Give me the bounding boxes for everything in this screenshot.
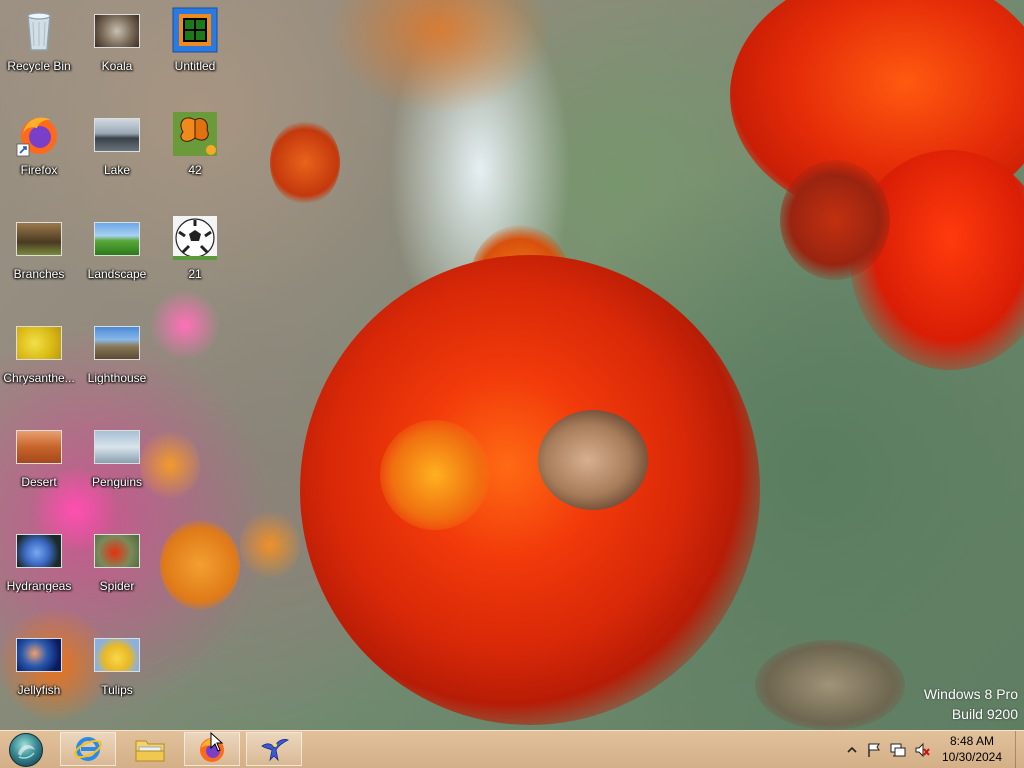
image-thumbnail-landscape: [93, 214, 141, 262]
desktop-icon-lighthouse[interactable]: Lighthouse: [78, 312, 156, 408]
desktop-icon-firefox[interactable]: Firefox: [0, 104, 78, 200]
desktop-icon-recycle-bin[interactable]: Recycle Bin: [0, 0, 78, 96]
desktop-icon-koala[interactable]: Koala: [78, 0, 156, 96]
image-thumbnail-hydrangeas: [15, 526, 63, 574]
taskbar-clock[interactable]: 8:48 AM 10/30/2024: [934, 733, 1010, 765]
desktop-icon-hydrangeas[interactable]: Hydrangeas: [0, 520, 78, 616]
desktop-icon-label: Koala: [101, 59, 133, 73]
image-thumbnail-penguins: [93, 422, 141, 470]
desktop-icon-label: Branches: [13, 267, 65, 281]
image-thumbnail-jellyfish: [15, 630, 63, 678]
windows-watermark: Windows 8 Pro Build 9200: [924, 684, 1018, 724]
desktop-icon-spider[interactable]: Spider: [78, 520, 156, 616]
desktop-icon-label: Hydrangeas: [6, 579, 72, 593]
desktop-icon-label: 42: [188, 163, 202, 177]
desktop-icon-label: Lake: [103, 163, 131, 177]
show-desktop-button[interactable]: [1015, 731, 1024, 768]
desktop-icon-chrysanthemum[interactable]: Chrysanthe...: [0, 312, 78, 408]
desktop-icon-label: 21: [188, 267, 202, 281]
internet-explorer-icon: [74, 737, 102, 761]
desktop-icon-label: Chrysanthe...: [3, 371, 75, 385]
taskbar-file-explorer[interactable]: [122, 732, 178, 766]
start-button[interactable]: [6, 733, 46, 767]
image-thumbnail-butterfly: [171, 110, 219, 158]
clock-time: 8:48 AM: [949, 734, 995, 748]
image-thumbnail-desert: [15, 422, 63, 470]
system-tray: [842, 731, 934, 768]
desktop-icon-label: Penguins: [91, 475, 143, 489]
network-icon[interactable]: [890, 742, 906, 758]
watermark-build: Build 9200: [951, 706, 1018, 722]
desktop-icon-branches[interactable]: Branches: [0, 208, 78, 304]
action-center-flag-icon[interactable]: [866, 742, 882, 758]
desktop-icon-label: Lighthouse: [87, 371, 147, 385]
volume-muted-icon[interactable]: [914, 742, 930, 758]
mouse-cursor-icon: [210, 731, 224, 752]
desktop-icon-42[interactable]: 42: [156, 104, 234, 200]
desktop-icon-label: Desert: [21, 475, 57, 489]
image-thumbnail-tulips: [93, 630, 141, 678]
show-hidden-icons-chevron-icon[interactable]: [846, 742, 858, 758]
desktop-icon-penguins[interactable]: Penguins: [78, 416, 156, 512]
firefox-icon: [15, 110, 63, 158]
taskbar-app[interactable]: [246, 732, 302, 766]
desktop-icon-label: Recycle Bin: [7, 59, 71, 73]
desktop-icon-untitled[interactable]: Untitled: [156, 0, 234, 96]
recycle-bin-icon: [15, 6, 63, 54]
desktop-icon-label: Landscape: [87, 267, 147, 281]
desktop-icon-label: Jellyfish: [17, 683, 61, 697]
image-thumbnail-lighthouse: [93, 318, 141, 366]
watermark-edition: Windows 8 Pro: [923, 686, 1018, 702]
taskbar-internet-explorer[interactable]: [60, 732, 116, 766]
desktop-icon-label: Firefox: [20, 163, 58, 177]
desktop-icon-jellyfish[interactable]: Jellyfish: [0, 624, 78, 720]
image-thumbnail-spider: [93, 526, 141, 574]
image-thumbnail-soccer-ball: [171, 214, 219, 262]
desktop-icon-label: Tulips: [101, 683, 133, 697]
blue-bird-icon: [261, 739, 290, 762]
image-thumbnail-koala: [93, 6, 141, 54]
desktop-icon-desert[interactable]: Desert: [0, 416, 78, 512]
start-orb-icon: [9, 733, 43, 767]
image-thumbnail-branches: [15, 214, 63, 262]
desktop-icon-landscape[interactable]: Landscape: [78, 208, 156, 304]
folder-icon: [135, 740, 165, 762]
desktop-icon-21[interactable]: 21: [156, 208, 234, 304]
image-thumbnail-lake: [93, 110, 141, 158]
desktop-icon-label: Spider: [99, 579, 135, 593]
desktop-icon-label: Untitled: [174, 59, 216, 73]
desktop-icon-tulips[interactable]: Tulips: [78, 624, 156, 720]
desktop-icon-lake[interactable]: Lake: [78, 104, 156, 200]
clock-date: 10/30/2024: [941, 750, 1003, 764]
taskbar: 8:48 AM 10/30/2024: [0, 730, 1024, 768]
paint-image-icon: [171, 6, 219, 54]
image-thumbnail-chrysanthemum: [15, 318, 63, 366]
